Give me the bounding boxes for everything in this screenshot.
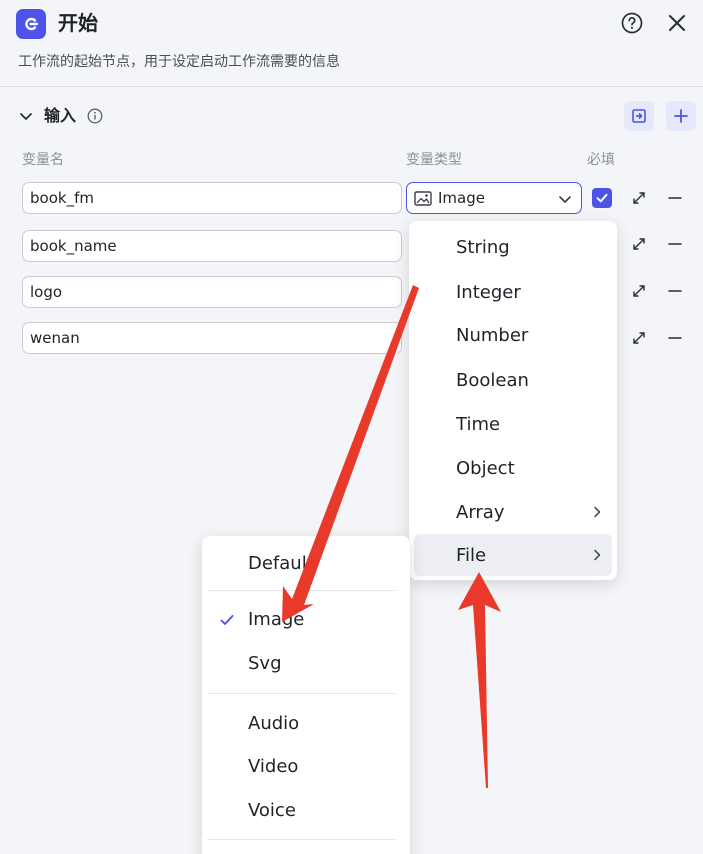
expand-icon[interactable] <box>630 235 648 253</box>
submenu-item-label: Image <box>248 609 305 630</box>
menu-item-boolean[interactable]: Boolean <box>414 359 612 401</box>
menu-item-array[interactable]: Array <box>414 491 612 533</box>
variable-type-menu: String Integer Number Boolean Time Objec… <box>409 221 617 580</box>
close-icon[interactable] <box>665 11 689 35</box>
expand-icon[interactable] <box>630 282 648 300</box>
panel-title: 开始 <box>58 11 98 35</box>
header-divider <box>0 86 703 87</box>
menu-item-label: Integer <box>456 282 521 303</box>
submenu-item-video[interactable]: Video <box>207 747 405 787</box>
submenu-item-label: Audio <box>248 713 300 734</box>
submenu-item-label: Video <box>248 756 299 777</box>
plus-icon <box>674 109 688 123</box>
expand-icon[interactable] <box>630 329 648 347</box>
submenu-item-label: Default <box>248 553 314 574</box>
chevron-down-icon <box>559 196 571 203</box>
add-variable-button[interactable] <box>666 101 696 131</box>
submenu-divider <box>207 590 395 591</box>
import-button[interactable] <box>624 101 654 131</box>
remove-variable-icon[interactable] <box>666 189 684 207</box>
submenu-item-voice[interactable]: Voice <box>207 791 405 831</box>
chevron-right-icon <box>594 506 601 518</box>
check-icon <box>596 193 608 203</box>
menu-item-label: Boolean <box>456 370 529 391</box>
remove-variable-icon[interactable] <box>666 282 684 300</box>
variable-name-input[interactable] <box>22 182 402 214</box>
menu-item-label: Array <box>456 502 505 523</box>
submenu-item-image[interactable]: Image <box>207 600 405 640</box>
info-icon[interactable] <box>87 108 103 124</box>
menu-item-number[interactable]: Number <box>414 314 612 356</box>
submenu-item-audio[interactable]: Audio <box>207 704 405 744</box>
menu-item-label: Time <box>456 414 501 435</box>
chevron-right-icon <box>594 549 601 561</box>
menu-item-label: String <box>456 237 510 258</box>
start-node-icon <box>16 9 46 39</box>
image-icon <box>414 191 432 206</box>
check-icon <box>220 615 234 625</box>
collapse-chevron-icon[interactable] <box>18 108 34 124</box>
menu-item-label: Object <box>456 458 515 479</box>
menu-item-file[interactable]: File <box>414 534 612 576</box>
variable-name-input[interactable] <box>22 322 402 354</box>
menu-item-label: File <box>456 545 487 566</box>
submenu-divider <box>207 839 395 840</box>
help-icon[interactable] <box>620 11 644 35</box>
menu-item-object[interactable]: Object <box>414 447 612 489</box>
menu-item-string[interactable]: String <box>414 226 612 268</box>
variable-type-select[interactable]: Image <box>406 182 582 214</box>
variable-name-input[interactable] <box>22 230 402 262</box>
file-type-submenu: Default Image Svg Audio Video Voice <box>202 536 410 854</box>
variable-name-input[interactable] <box>22 276 402 308</box>
menu-item-time[interactable]: Time <box>414 403 612 445</box>
menu-item-label: Number <box>456 325 529 346</box>
remove-variable-icon[interactable] <box>666 235 684 253</box>
required-checkbox[interactable] <box>592 188 612 208</box>
submenu-item-label: Voice <box>248 800 296 821</box>
column-header-required: 必填 <box>587 152 615 168</box>
column-header-type: 变量类型 <box>406 152 462 168</box>
submenu-divider <box>207 693 395 694</box>
submenu-item-label: Svg <box>248 653 282 674</box>
column-header-name: 变量名 <box>22 152 64 168</box>
panel-description: 工作流的起始节点，用于设定启动工作流需要的信息 <box>18 54 340 70</box>
menu-item-integer[interactable]: Integer <box>414 271 612 313</box>
submenu-item-default[interactable]: Default <box>207 544 405 584</box>
submenu-item-svg[interactable]: Svg <box>207 644 405 684</box>
import-icon <box>632 109 646 123</box>
variable-type-value: Image <box>438 189 485 207</box>
expand-icon[interactable] <box>630 189 648 207</box>
section-title: 输入 <box>44 106 77 125</box>
remove-variable-icon[interactable] <box>666 329 684 347</box>
